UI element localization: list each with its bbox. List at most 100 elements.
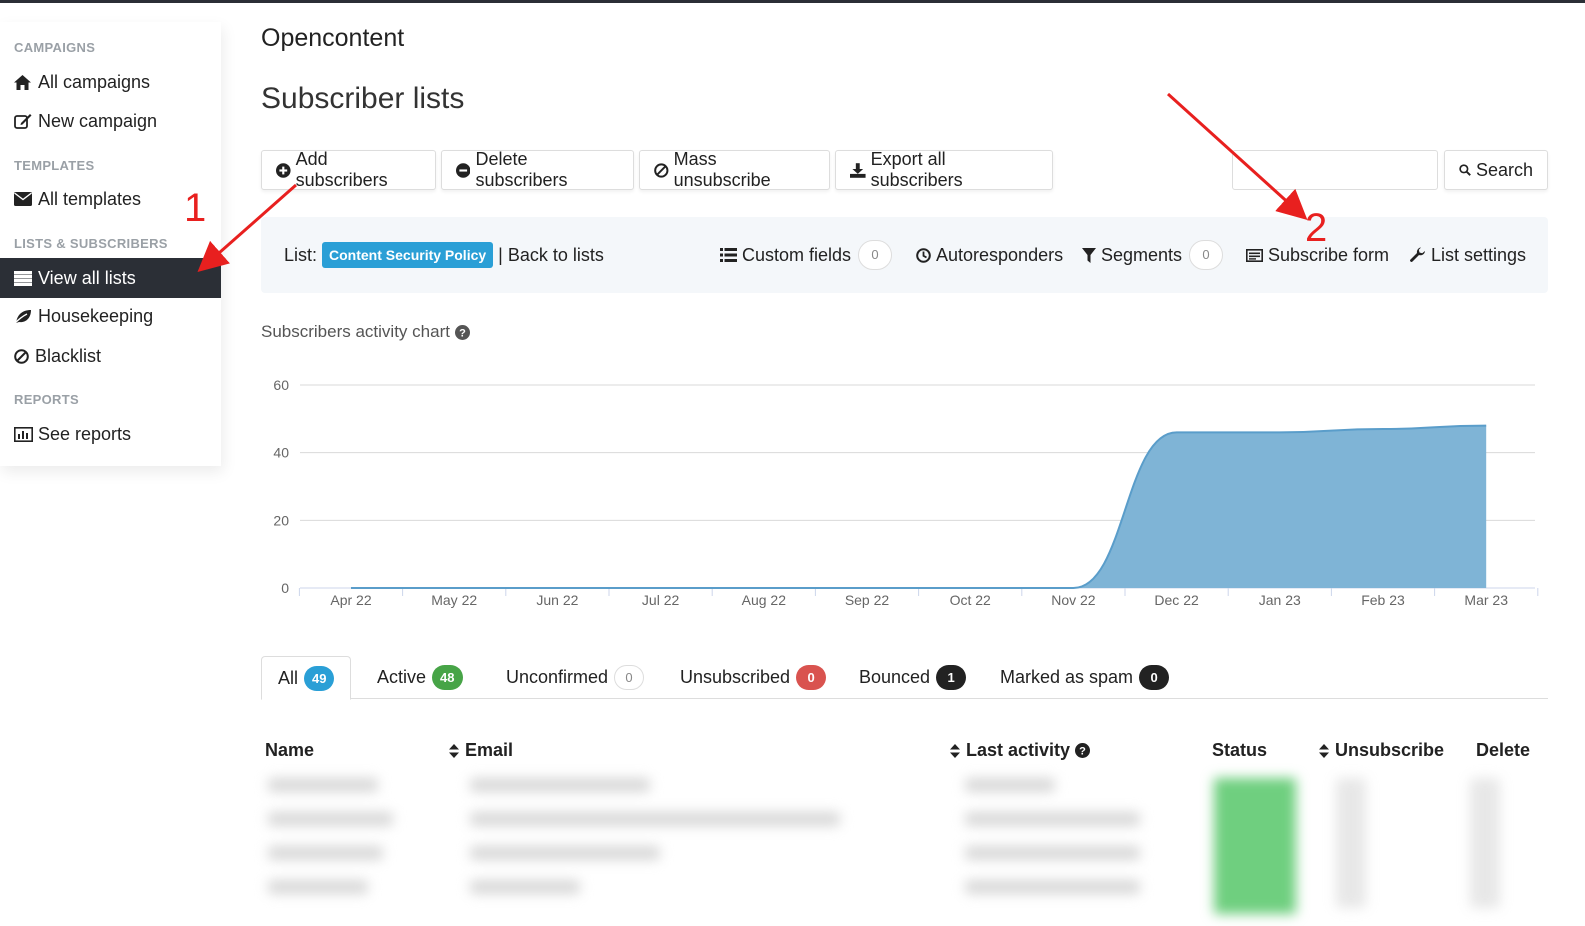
brand-name[interactable]: Opencontent [261, 24, 404, 53]
form-icon [1246, 248, 1263, 262]
redacted-cell [470, 880, 580, 894]
column-unsubscribe[interactable]: Unsubscribe [1319, 740, 1444, 761]
filter-icon [1082, 247, 1096, 263]
redacted-cell [268, 880, 368, 894]
tab-label: Active [377, 667, 427, 687]
list-name-tag: Content Security Policy [322, 242, 494, 268]
list-settings-link[interactable]: List settings [1410, 217, 1526, 293]
sidebar-item-label: Housekeeping [38, 305, 154, 326]
sidebar: CAMPAIGNS All campaigns New campaign TEM… [0, 22, 221, 466]
tab-label: All [278, 667, 299, 688]
export-subscribers-label: Export all subscribers [870, 149, 963, 190]
home-icon [14, 74, 38, 90]
sidebar-item-view-all-lists[interactable]: View all lists [0, 258, 221, 298]
custom-fields-link[interactable]: Custom fields 0 [720, 217, 893, 293]
redacted-status-cells [1214, 778, 1296, 914]
list-bar: List: Content Security Policy | Back to … [261, 217, 1548, 293]
sidebar-item-label: All templates [38, 188, 142, 209]
tab-label: Unconfirmed [506, 667, 609, 687]
sidebar-item-label: See reports [38, 423, 132, 444]
back-to-lists-link[interactable]: | Back to lists [498, 245, 604, 266]
list-prefix: List: [284, 244, 318, 265]
tab-label: Marked as spam [1000, 667, 1134, 687]
tab-bounced[interactable]: Bounced 1 [843, 656, 982, 699]
tab-label: Bounced [859, 667, 931, 687]
tab-active[interactable]: Active 48 [361, 656, 479, 699]
help-icon[interactable]: ? [454, 324, 470, 340]
sidebar-item-new-campaign[interactable]: New campaign [0, 101, 221, 141]
tab-count-badge: 48 [432, 665, 463, 690]
sidebar-heading-templates: TEMPLATES [14, 158, 95, 173]
sidebar-item-see-reports[interactable]: See reports [0, 414, 221, 454]
redacted-cell [470, 778, 650, 792]
segments-count: 0 [1189, 240, 1224, 270]
ban-icon [14, 348, 35, 364]
export-subscribers-button[interactable]: Export all subscribers [835, 149, 1053, 190]
top-bar [0, 0, 1585, 3]
y-tick-label: 20 [273, 512, 289, 528]
column-last-activity[interactable]: Last activity ? [950, 740, 1096, 761]
x-tick-label: Jul 22 [642, 592, 680, 608]
column-delete: Delete [1476, 740, 1531, 760]
clock-icon [916, 247, 931, 263]
search-input[interactable] [1232, 150, 1438, 190]
sidebar-item-all-campaigns[interactable]: All campaigns [0, 62, 221, 102]
custom-fields-count: 0 [858, 240, 893, 270]
page-title: Subscriber lists [261, 82, 465, 115]
sidebar-item-blacklist[interactable]: Blacklist [0, 336, 221, 376]
tab-count-badge: 1 [936, 665, 967, 690]
autoresponders-label: Autoresponders [936, 244, 1064, 265]
sort-icon [950, 743, 960, 758]
column-email[interactable]: Email [449, 740, 513, 761]
column-name: Name [265, 740, 315, 760]
redacted-cell [965, 846, 1140, 860]
delete-subscribers-label: Delete subscribers [475, 149, 568, 190]
redacted-cell [965, 880, 1140, 894]
add-subscribers-label: Add subscribers [295, 149, 388, 190]
autoresponders-link[interactable]: Autoresponders [916, 217, 1063, 293]
wrench-icon [1410, 247, 1425, 262]
segments-link[interactable]: Segments 0 [1082, 217, 1224, 293]
redacted-cell [268, 778, 378, 792]
tab-count-badge: 0 [796, 665, 827, 690]
x-tick-label: Aug 22 [742, 592, 787, 608]
tab-count-badge: 49 [304, 665, 335, 691]
sidebar-heading-campaigns: CAMPAIGNS [14, 40, 96, 55]
chart-title: Subscribers activity chart ? [261, 322, 470, 342]
edit-icon [14, 113, 38, 129]
segments-label: Segments [1101, 244, 1183, 265]
delete-subscribers-button[interactable]: Delete subscribers [441, 149, 634, 190]
column-email-label: Email [465, 740, 514, 760]
sidebar-item-label: All campaigns [38, 71, 151, 92]
sidebar-item-housekeeping[interactable]: Housekeeping [0, 296, 221, 336]
tab-all[interactable]: All 49 [261, 656, 352, 700]
x-tick-label: Apr 22 [330, 592, 371, 608]
sort-icon [1319, 743, 1329, 758]
list-alt-icon [720, 248, 737, 262]
svg-text:?: ? [459, 327, 466, 339]
x-tick-label: Feb 23 [1361, 592, 1405, 608]
plus-circle-icon [276, 162, 291, 178]
column-last-activity-label: Last activity [966, 740, 1071, 760]
tab-marked-as-spam[interactable]: Marked as spam 0 [984, 656, 1185, 699]
x-tick-label: Sep 22 [845, 592, 890, 608]
subscribe-form-label: Subscribe form [1268, 244, 1390, 265]
svg-text:?: ? [1079, 746, 1086, 758]
sidebar-item-label: View all lists [38, 267, 136, 288]
search-button[interactable]: Search [1444, 150, 1548, 190]
column-status: Status [1212, 740, 1268, 760]
leaf-icon [14, 309, 38, 324]
y-tick-label: 0 [281, 580, 289, 596]
annotation-number-one: 1 [184, 186, 207, 230]
y-tick-label: 40 [273, 445, 289, 461]
minus-circle-icon [456, 162, 471, 178]
tab-unsubscribed[interactable]: Unsubscribed 0 [664, 656, 842, 699]
x-tick-label: May 22 [431, 592, 477, 608]
help-icon[interactable]: ? [1075, 743, 1091, 758]
tab-unconfirmed[interactable]: Unconfirmed 0 [490, 656, 660, 699]
mass-unsubscribe-label: Mass unsubscribe [673, 149, 771, 190]
add-subscribers-button[interactable]: Add subscribers [261, 149, 436, 190]
sidebar-item-label: Blacklist [35, 345, 102, 366]
x-tick-label: Oct 22 [950, 592, 991, 608]
mass-unsubscribe-button[interactable]: Mass unsubscribe [639, 149, 830, 190]
